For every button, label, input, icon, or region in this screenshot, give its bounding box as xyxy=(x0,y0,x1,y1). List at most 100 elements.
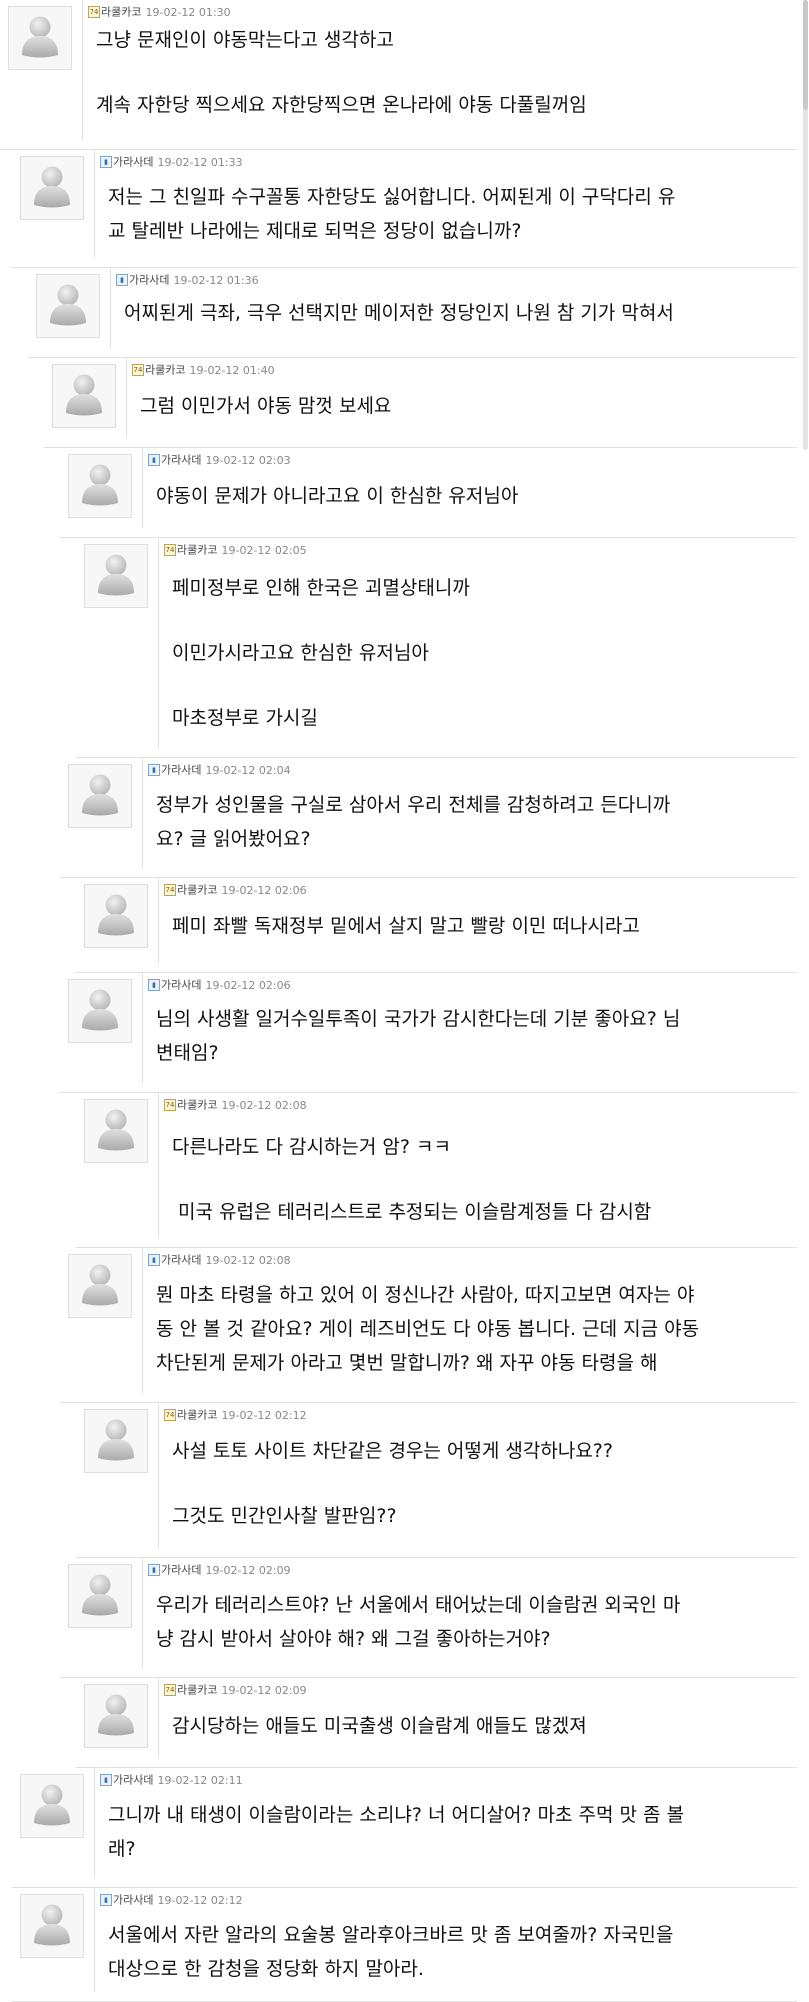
comment-date: 19-02-12 02:06 xyxy=(221,883,307,897)
comment-date: 19-02-12 02:08 xyxy=(205,1253,291,1267)
avatar[interactable] xyxy=(68,1564,132,1628)
comment-item: ▮ 가라사데 19-02-12 02:04 정부가 성인물을 구실로 삼아서 우리 전… xyxy=(60,758,797,878)
default-user-icon xyxy=(34,166,70,208)
author-name[interactable]: 라쿨카코 xyxy=(177,544,217,557)
default-user-icon xyxy=(82,1574,118,1616)
comment-text-line: 차단된게 문제가 아라고 몇번 말합니까? 왜 자꾸 야동 타령을 해 xyxy=(156,1352,658,1374)
comment-item: 74 라쿨카코 19-02-12 01:30 그냥 문재인이 야동막는다고 생각하고 계… xyxy=(0,0,797,150)
avatar[interactable] xyxy=(84,1099,148,1163)
comment-meta: 74 라쿨카코 19-02-12 02:05 xyxy=(164,542,307,557)
comment-date: 19-02-12 02:03 xyxy=(205,453,291,467)
comment-meta: ▮ 가라사데 19-02-12 02:08 xyxy=(148,1252,291,1267)
member-level-icon: 74 xyxy=(164,1409,176,1421)
comment-item: 74 라쿨카코 19-02-12 02:06 페미 좌빨 독재정부 밑에서 살지 말고… xyxy=(76,878,797,973)
divider xyxy=(158,1093,159,1238)
comment-text-line: 사설 토토 사이트 차단같은 경우는 어떻게 생각하나요?? xyxy=(172,1440,613,1462)
avatar[interactable] xyxy=(20,156,84,220)
comment-meta: ▮ 가라사데 19-02-12 02:03 xyxy=(148,452,291,467)
comment-date: 19-02-12 02:04 xyxy=(205,763,291,777)
author-name[interactable]: 라쿨카코 xyxy=(177,1409,217,1422)
comment-meta: ▮ 가라사데 19-02-12 02:04 xyxy=(148,762,291,777)
author-name[interactable]: 라쿨카코 xyxy=(101,6,141,19)
default-user-icon xyxy=(98,1419,134,1461)
avatar[interactable] xyxy=(84,544,148,608)
comment-meta: 74 라쿨카코 19-02-12 02:06 xyxy=(164,882,307,897)
comment-meta: 74 라쿨카코 19-02-12 02:12 xyxy=(164,1407,307,1422)
comment-date: 19-02-12 02:09 xyxy=(205,1563,291,1577)
avatar[interactable] xyxy=(84,1684,148,1748)
comment-text-line: 다른나라도 다 감시하는거 암? ㅋㅋ xyxy=(172,1136,451,1158)
comment-meta: ▮ 가라사데 19-02-12 02:09 xyxy=(148,1562,291,1577)
divider xyxy=(126,358,127,438)
avatar[interactable] xyxy=(84,1409,148,1473)
divider xyxy=(158,1403,159,1548)
comment-item: ▮ 가라사데 19-02-12 02:09 우리가 테러리스트야? 난 서울에서 태어… xyxy=(60,1558,797,1678)
comment-meta: ▮ 가라사데 19-02-12 02:11 xyxy=(100,1772,243,1787)
member-level-icon: ▮ xyxy=(148,454,160,466)
author-name[interactable]: 가라사데 xyxy=(113,156,153,169)
scrollbar-thumb[interactable] xyxy=(803,0,808,110)
avatar[interactable] xyxy=(68,764,132,828)
scrollbar[interactable] xyxy=(803,0,808,450)
divider xyxy=(94,1768,95,1878)
divider xyxy=(158,878,159,963)
default-user-icon xyxy=(34,1904,70,1946)
author-name[interactable]: 가라사데 xyxy=(161,454,201,467)
comment-text-line: 대상으로 한 감청을 정당화 하지 말아라. xyxy=(108,1958,424,1980)
comment-text-line: 냥 감시 받아서 살아야 해? 왜 그걸 좋아하는거야? xyxy=(156,1628,551,1650)
default-user-icon xyxy=(98,1109,134,1151)
comment-text-line: 저는 그 친일파 수구꼴통 자한당도 싫어합니다. 어찌된게 이 구닥다리 유 xyxy=(108,186,676,208)
comment-text-line: 래? xyxy=(108,1838,136,1860)
author-name[interactable]: 가라사데 xyxy=(161,1564,201,1577)
avatar[interactable] xyxy=(36,274,100,338)
divider xyxy=(142,1558,143,1668)
author-name[interactable]: 가라사데 xyxy=(129,274,169,287)
comment-text-line: 그냥 문재인이 야동막는다고 생각하고 xyxy=(96,29,394,51)
comment-meta: ▮ 가라사데 19-02-12 01:36 xyxy=(116,272,259,287)
comment-item: ▮ 가라사데 19-02-12 01:33 저는 그 친일파 수구꼴통 자한당도 싫어… xyxy=(12,150,797,268)
avatar[interactable] xyxy=(68,1254,132,1318)
comment-text-line: 감시당하는 애들도 미국출생 이슬람계 애들도 많겠져 xyxy=(172,1715,587,1737)
author-name[interactable]: 가라사데 xyxy=(161,1254,201,1267)
comment-date: 19-02-12 01:33 xyxy=(157,155,243,169)
comment-text-line: 페미정부로 인해 한국은 괴멸상태니까 xyxy=(172,577,470,599)
comment-meta: 74 라쿨카코 19-02-12 02:09 xyxy=(164,1682,307,1697)
member-level-icon: 74 xyxy=(164,1684,176,1696)
comment-text-line: 그니까 내 태생이 이슬람이라는 소리냐? 너 어디살어? 마초 주먹 맛 좀 … xyxy=(108,1804,685,1826)
author-name[interactable]: 라쿨카코 xyxy=(177,1099,217,1112)
comment-meta: ▮ 가라사데 19-02-12 02:06 xyxy=(148,977,291,992)
comment-item: ▮ 가라사데 19-02-12 01:36 어찌된게 극좌, 극우 선택지만 메이저한… xyxy=(28,268,797,358)
avatar[interactable] xyxy=(8,6,72,70)
avatar[interactable] xyxy=(52,364,116,428)
member-level-icon: ▮ xyxy=(148,1254,160,1266)
comment-text-line: 교 탈레반 나라에는 제대로 되먹은 정당이 없습니까? xyxy=(108,220,522,242)
author-name[interactable]: 가라사데 xyxy=(113,1894,153,1907)
member-level-icon: 74 xyxy=(164,884,176,896)
member-level-icon: ▮ xyxy=(100,156,112,168)
comment-meta: 74 라쿨카코 19-02-12 01:40 xyxy=(132,362,275,377)
comment-meta: ▮ 가라사데 19-02-12 02:12 xyxy=(100,1892,243,1907)
author-name[interactable]: 가라사데 xyxy=(113,1774,153,1787)
comment-text-line: 페미 좌빨 독재정부 밑에서 살지 말고 빨랑 이민 떠나시라고 xyxy=(172,915,640,937)
avatar[interactable] xyxy=(68,979,132,1043)
avatar[interactable] xyxy=(68,454,132,518)
avatar[interactable] xyxy=(84,884,148,948)
comment-date: 19-02-12 02:09 xyxy=(221,1683,307,1697)
avatar[interactable] xyxy=(20,1774,84,1838)
author-name[interactable]: 가라사데 xyxy=(161,764,201,777)
author-name[interactable]: 가라사데 xyxy=(161,979,201,992)
comment-text-line: 서울에서 자란 알라의 요술봉 알라후아크바르 맛 좀 보여줄까? 자국민을 xyxy=(108,1924,674,1946)
default-user-icon xyxy=(82,464,118,506)
comment-text-line: 야동이 문제가 아니라고요 이 한심한 유저님아 xyxy=(156,485,519,507)
comment-item: 74 라쿨카코 19-02-12 02:08 다른나라도 다 감시하는거 암? ㅋㅋ … xyxy=(76,1093,797,1248)
member-level-icon: ▮ xyxy=(148,764,160,776)
avatar[interactable] xyxy=(20,1894,84,1958)
comment-text-line: 뭔 마초 타령을 하고 있어 이 정신나간 사람아, 따지고보면 여자는 야 xyxy=(156,1284,695,1306)
comment-thread: 74 라쿨카코 19-02-12 01:30 그냥 문재인이 야동막는다고 생각하고 계… xyxy=(0,0,809,2002)
comment-text-line: 미국 유럽은 테러리스트로 추정되는 이슬람계정들 다 감시함 xyxy=(172,1201,652,1223)
author-name[interactable]: 라쿨카코 xyxy=(177,884,217,897)
comment-item: ▮ 가라사데 19-02-12 02:12 서울에서 자란 알라의 요술봉 알라후아크… xyxy=(12,1888,797,2002)
comment-item: 74 라쿨카코 19-02-12 02:12 사설 토토 사이트 차단같은 경우는 어… xyxy=(76,1403,797,1558)
author-name[interactable]: 라쿨카코 xyxy=(145,364,185,377)
author-name[interactable]: 라쿨카코 xyxy=(177,1684,217,1697)
